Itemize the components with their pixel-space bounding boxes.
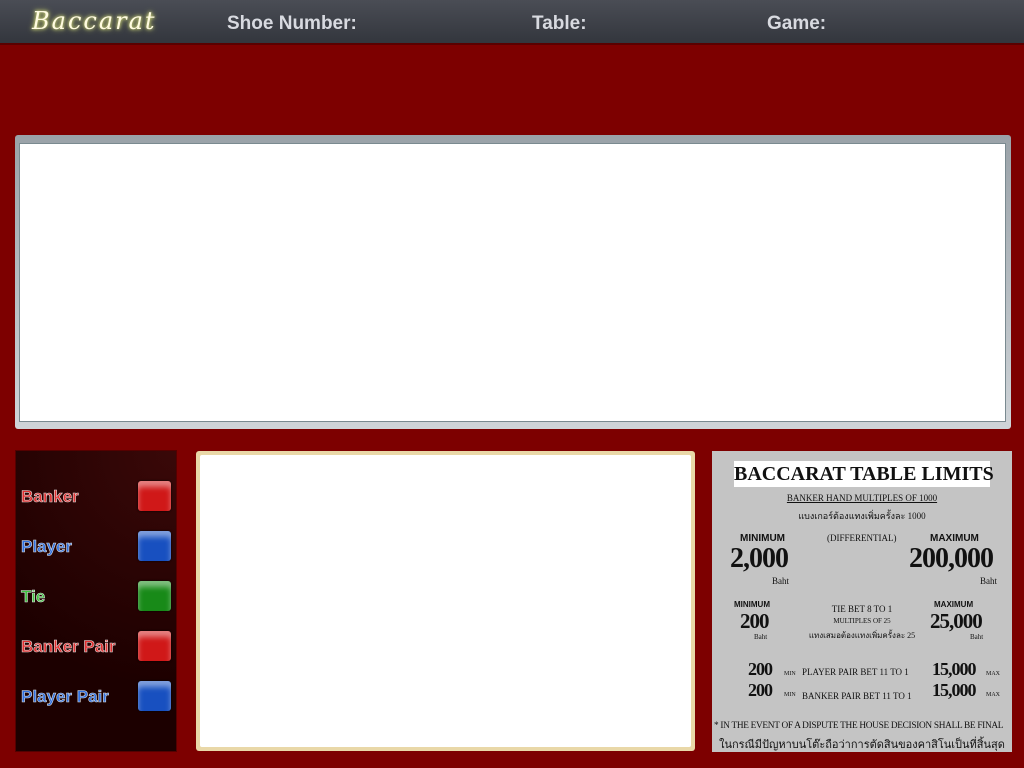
dispute-disclaimer-thai: ในกรณีมีปัญหาบนโต๊ะถือว่าการตัดสินของคาส…: [719, 739, 1005, 751]
player-color-swatch: [138, 531, 171, 561]
table-limits-panel: BACCARAT TABLE LIMITS BANKER HAND MULTIP…: [712, 451, 1012, 752]
max-suffix: MAX: [986, 671, 1001, 677]
banker-multiples-text: BANKER HAND MULTIPLES OF 1000: [786, 493, 938, 503]
player-pair-max: 15,000: [932, 659, 976, 679]
legend-label: Tie: [21, 587, 46, 607]
legend-banker-pair: Banker Pair: [20, 631, 172, 663]
min-suffix: MIN: [784, 692, 796, 698]
banker-color-swatch: [138, 481, 171, 511]
banker-maximum-value: 200,000: [909, 543, 994, 574]
bead-road-panel: [15, 135, 1011, 429]
table-label: Table:: [532, 13, 587, 34]
baht-label: Baht: [980, 576, 997, 586]
player-pair-min: 200: [748, 659, 773, 679]
dispute-disclaimer: * IN THE EVENT OF A DISPUTE THE HOUSE DE…: [714, 721, 1004, 731]
banker-pair-color-swatch: [138, 631, 171, 661]
baht-label: Baht: [772, 576, 789, 586]
banker-minimum-value: 2,000: [730, 543, 789, 574]
result-legend: Banker Player Tie Banker Pair Player Pai…: [15, 450, 177, 752]
banker-pair-text: BANKER PAIR BET 11 TO 1: [802, 691, 912, 701]
max-suffix: MAX: [986, 692, 1001, 698]
banker-pair-max: 15,000: [932, 680, 976, 700]
tie-multiples-thai: แทงเสมอต้องแทงเพิ่มครั้งละ 25: [808, 631, 916, 640]
legend-label: Banker: [21, 487, 79, 507]
legend-player-pair: Player Pair: [20, 681, 172, 713]
legend-label: Player: [21, 537, 73, 557]
banker-pair-min: 200: [748, 680, 773, 700]
legend-label: Banker Pair: [21, 637, 116, 657]
tie-bet-text: TIE BET 8 TO 1: [831, 604, 893, 614]
limits-title: BACCARAT TABLE LIMITS: [734, 461, 994, 487]
player-pair-text: PLAYER PAIR BET 11 TO 1: [802, 667, 909, 677]
legend-tie: Tie: [20, 581, 172, 613]
baccarat-logo: Baccarat: [32, 7, 157, 35]
banker-multiples-thai: แบงเกอร์ต้องแทงเพิ่มครั้งละ 1000: [798, 511, 926, 521]
player-pair-color-swatch: [138, 681, 171, 711]
tie-multiples-text: MULTIPLES OF 25: [833, 617, 891, 625]
shoe-number-label: Shoe Number:: [227, 13, 357, 34]
legend-banker: Banker: [20, 481, 172, 513]
legend-label: Player Pair: [21, 687, 110, 707]
tie-color-swatch: [138, 581, 171, 611]
road-grid: [19, 143, 1006, 422]
big-road-panel: [196, 451, 695, 751]
big-road-grid: [200, 455, 691, 747]
game-label: Game:: [767, 13, 827, 34]
min-suffix: MIN: [784, 671, 796, 677]
differential-label: (DIFFERENTIAL): [827, 533, 897, 543]
legend-player: Player: [20, 531, 172, 563]
header-bar: Baccarat Shoe Number: Table: Game:: [0, 0, 1024, 45]
